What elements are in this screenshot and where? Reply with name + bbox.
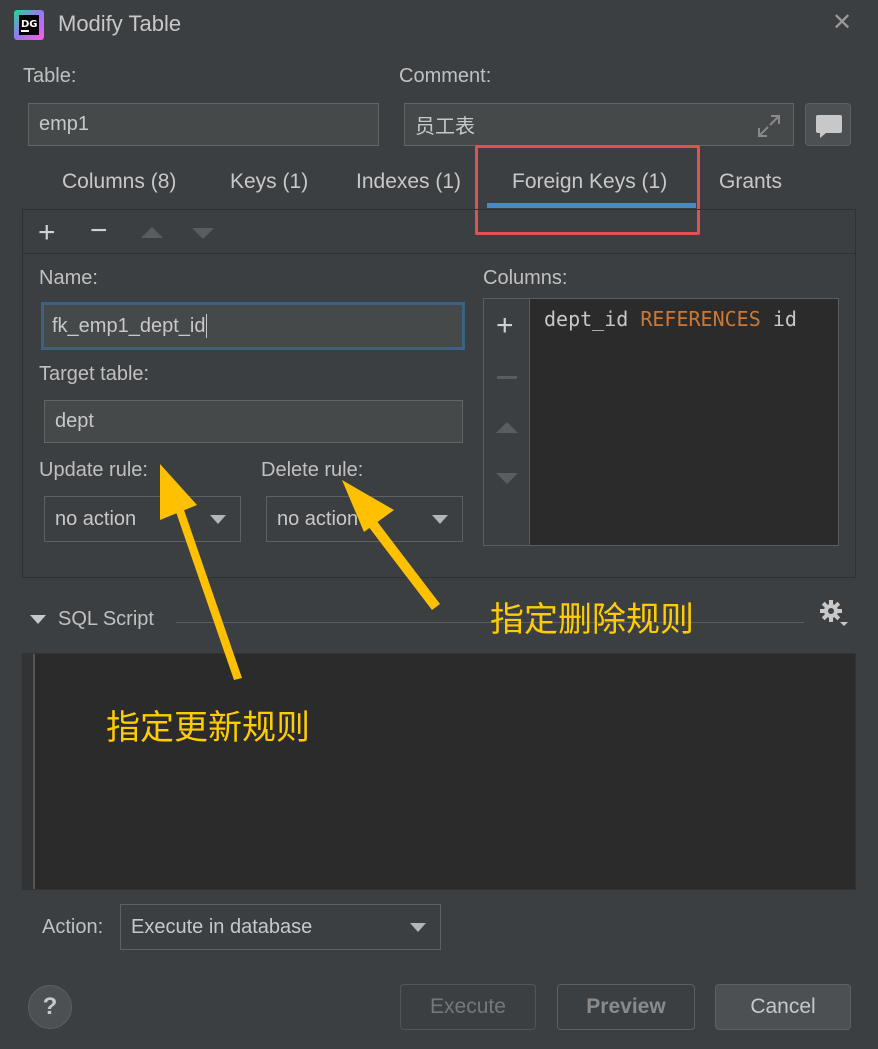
sql-script-label: SQL Script <box>58 608 154 630</box>
datagrip-app-icon: DG <box>14 10 44 40</box>
preview-button[interactable]: Preview <box>557 984 695 1030</box>
fk-name-value: fk_emp1_dept_id <box>52 314 206 337</box>
action-value: Execute in database <box>131 915 313 938</box>
remove-column-icon[interactable] <box>497 376 517 379</box>
move-up-icon[interactable] <box>141 227 163 238</box>
delete-rule-value: no action <box>277 507 359 530</box>
tab-keys[interactable]: Keys (1) <box>230 170 308 194</box>
column-mapping-row[interactable]: dept_id REFERENCES id <box>544 307 797 331</box>
sql-script-header[interactable]: SQL Script <box>30 608 154 631</box>
update-rule-value: no action <box>55 507 137 530</box>
action-label: Action: <box>42 916 104 938</box>
update-rule-select[interactable]: no action <box>44 496 241 542</box>
tab-indexes[interactable]: Indexes (1) <box>356 170 461 194</box>
help-icon[interactable]: ? <box>28 985 72 1029</box>
columns-list <box>483 298 839 546</box>
expand-icon[interactable] <box>756 113 782 139</box>
remove-icon[interactable]: − <box>90 216 108 246</box>
update-rule-label: Update rule: <box>39 459 148 481</box>
add-icon[interactable]: + <box>38 218 56 248</box>
chevron-down-icon <box>410 923 426 932</box>
comment-input[interactable]: 员工表 <box>404 103 794 146</box>
column-name: dept_id <box>544 307 629 331</box>
editor-gutter <box>23 654 35 889</box>
execute-button[interactable]: Execute <box>400 984 536 1030</box>
comment-label: Comment: <box>399 65 492 87</box>
speech-bubble-icon <box>816 115 842 138</box>
close-icon[interactable]: ✕ <box>832 8 852 37</box>
tab-grants[interactable]: Grants <box>719 170 782 194</box>
comment-editor-button[interactable] <box>805 103 851 146</box>
referenced-column: id <box>772 307 797 331</box>
move-down-icon[interactable] <box>192 228 214 239</box>
fk-name-input[interactable]: fk_emp1_dept_id <box>41 302 465 350</box>
action-select[interactable]: Execute in database <box>120 904 441 950</box>
column-up-icon[interactable] <box>496 422 518 433</box>
gear-icon[interactable] <box>818 598 850 630</box>
add-column-icon[interactable]: + <box>496 311 514 341</box>
tab-columns[interactable]: Columns (8) <box>62 170 176 194</box>
target-table-label: Target table: <box>39 363 150 385</box>
update-rule-annotation: 指定更新规则 <box>106 708 310 748</box>
delete-rule-annotation: 指定删除规则 <box>490 600 694 640</box>
text-cursor <box>206 314 208 338</box>
table-name-input[interactable]: emp1 <box>28 103 379 146</box>
columns-label: Columns: <box>483 267 568 289</box>
delete-rule-select[interactable]: no action <box>266 496 463 542</box>
chevron-down-icon <box>210 515 226 524</box>
help-glyph: ? <box>42 993 58 1020</box>
window-title: Modify Table <box>58 11 182 36</box>
collapse-icon <box>30 615 46 625</box>
name-label: Name: <box>39 267 98 289</box>
table-label: Table: <box>23 65 77 87</box>
svg-text:DG: DG <box>21 19 38 30</box>
comment-value: 员工表 <box>415 114 475 138</box>
references-keyword: REFERENCES <box>640 307 761 331</box>
column-down-icon[interactable] <box>496 473 518 484</box>
delete-rule-label: Delete rule: <box>261 459 364 481</box>
cancel-button[interactable]: Cancel <box>715 984 851 1030</box>
sql-script-editor[interactable] <box>22 653 856 890</box>
target-table-input[interactable]: dept <box>44 400 463 443</box>
chevron-down-icon <box>432 515 448 524</box>
